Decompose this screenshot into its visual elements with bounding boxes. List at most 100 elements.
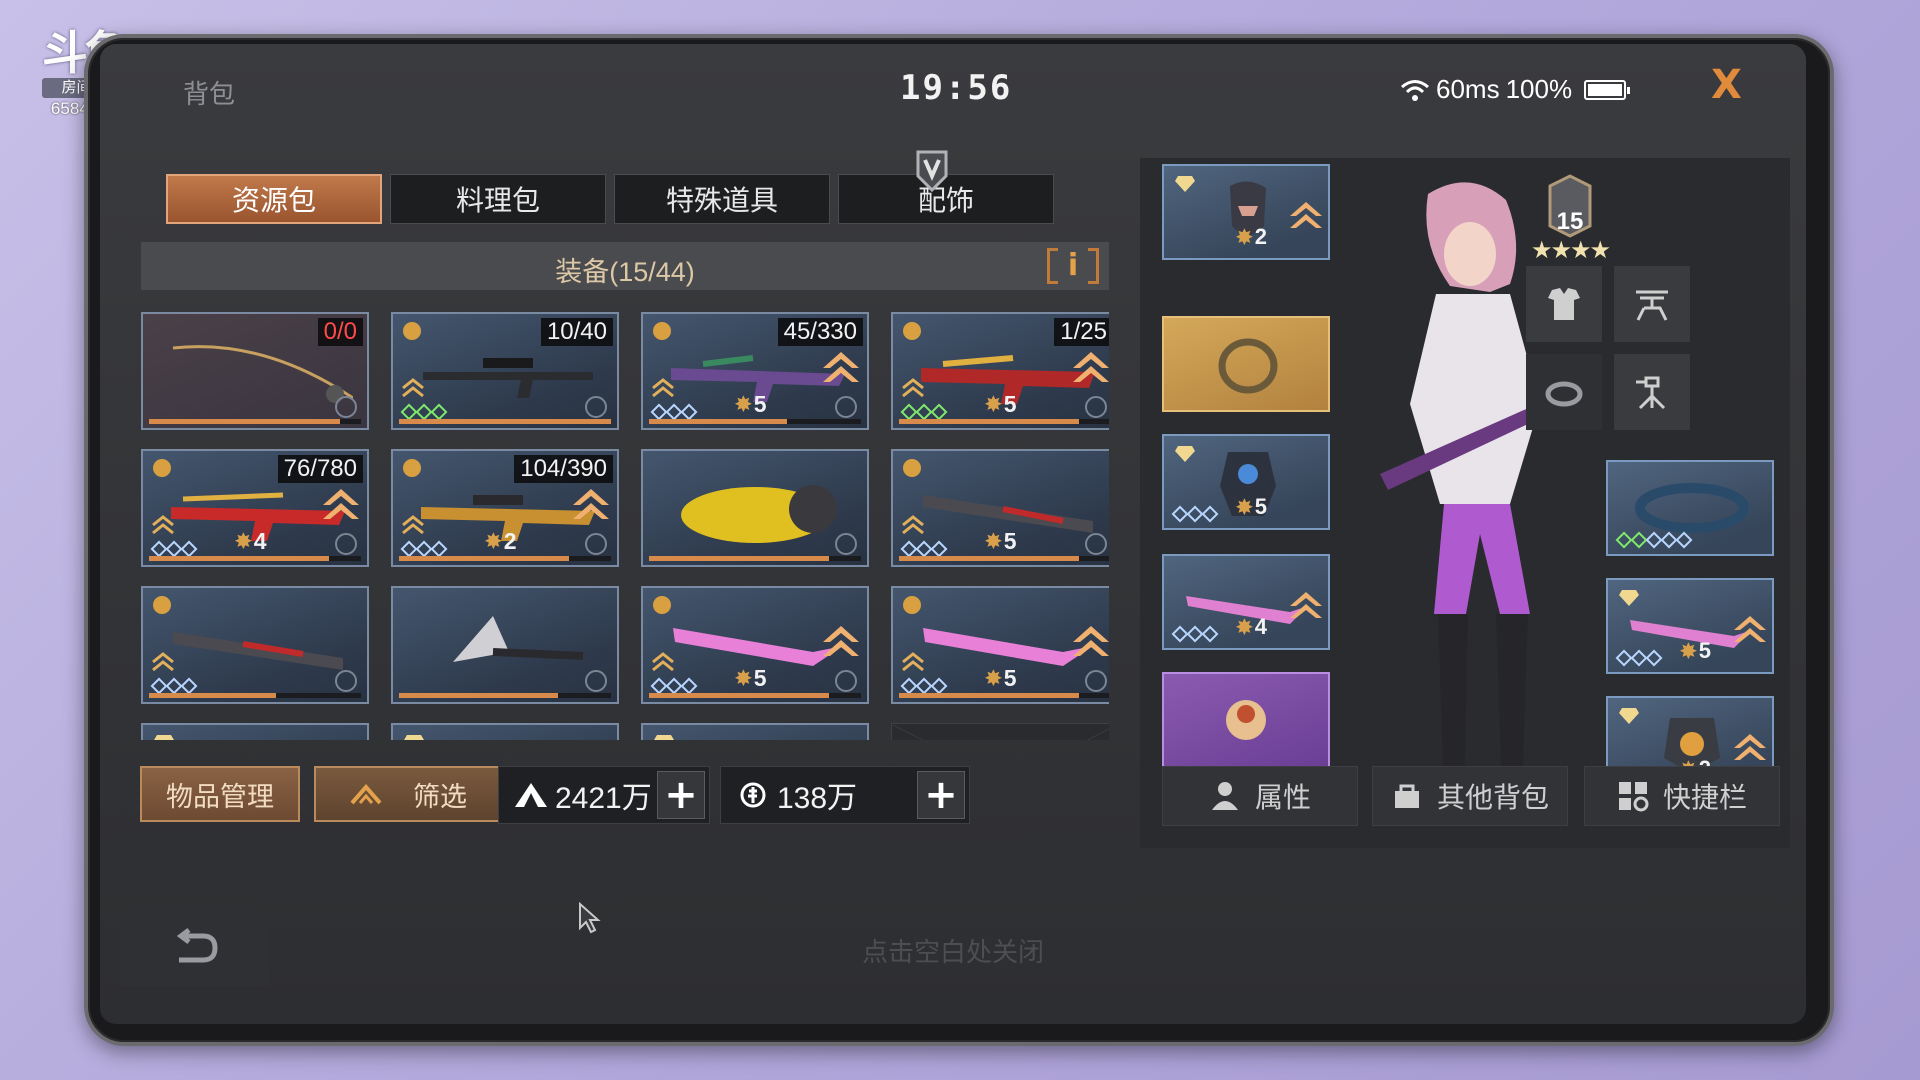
equipped-blade-slot[interactable]: ✸ 4: [1162, 554, 1330, 650]
item-manage-button[interactable]: 物品管理: [140, 766, 300, 822]
item-level: ✸ 5: [735, 391, 767, 417]
element-badge-icon: [403, 459, 421, 477]
rarity-dots: [400, 540, 448, 558]
equipped-ring-slot[interactable]: [1162, 316, 1330, 412]
bag-icon: [1394, 784, 1419, 808]
item-level: ✸ 5: [985, 391, 1017, 417]
element-badge-icon: [153, 596, 171, 614]
durability-bar: [149, 419, 361, 424]
status-bar: 60ms 100%: [1400, 74, 1631, 105]
equipment-slot-dragon-rifle[interactable]: 76/780 ✸ 4: [141, 449, 369, 567]
durability-bar: [899, 693, 1109, 698]
equipment-slot-chainsaw-blade[interactable]: ✸ 5: [891, 449, 1109, 567]
wifi-icon: [1401, 79, 1429, 101]
shortcut-bar-button[interactable]: 快捷栏: [1584, 766, 1780, 826]
filter-button[interactable]: 筛选: [314, 766, 502, 822]
durability-bar: [149, 556, 361, 561]
upgrade-chevron-icon: [823, 626, 859, 656]
bracelet-icon: [1545, 381, 1583, 407]
upgrade-chevron-icon: [1073, 352, 1109, 382]
bracelet-slot[interactable]: [1526, 354, 1602, 430]
item-level: ✸ 5: [985, 665, 1017, 691]
durability-bar: [899, 556, 1109, 561]
equipped-pet-slot[interactable]: [1162, 672, 1330, 768]
rank-chevron-icon: [152, 652, 174, 672]
item-count: 0/0: [317, 318, 363, 346]
chainsaw-sword-art: [173, 632, 343, 670]
other-bags-button[interactable]: 其他背包: [1372, 766, 1568, 826]
rarity-dots: [400, 403, 448, 421]
rank-chevron-icon: [902, 652, 924, 672]
equipment-slot-sniper-rifle[interactable]: 10/40: [391, 312, 619, 430]
rank-chevron-icon: [902, 515, 924, 535]
drone-slot[interactable]: [1614, 266, 1690, 342]
equipment-slot-pink-blade-b[interactable]: ✸ 5: [891, 586, 1109, 704]
item-count: 45/330: [777, 318, 863, 346]
equipment-title: 装备(15/44): [555, 257, 695, 287]
equipment-slot-purple-rifle[interactable]: 45/330 ✸ 5: [641, 312, 869, 430]
page-title: 背包: [183, 79, 236, 109]
rank-chevron-icon: [402, 378, 424, 398]
equipped-helmet-level: ✸ 2: [1236, 224, 1268, 249]
dismantle-icon: [585, 533, 607, 555]
element-badge-icon: [153, 459, 171, 477]
equipment-slot-fishing-rod[interactable]: 0/0: [141, 312, 369, 430]
tab-resource-pack[interactable]: 资源包: [166, 174, 382, 224]
red-armor-art: [163, 739, 353, 740]
add-crystal-button[interactable]: +: [657, 771, 705, 819]
diamond-icon: [654, 735, 674, 740]
outfit-slot[interactable]: [1526, 266, 1602, 342]
rarity-dots: [150, 540, 198, 558]
equipment-slot-gold-rifle[interactable]: 104/390 ✸ 2: [391, 449, 619, 567]
equipment-slot-chainsaw-sword[interactable]: [141, 586, 369, 704]
attributes-button[interactable]: 属性: [1162, 766, 1358, 826]
equipped-blade-right-slot[interactable]: ✸ 5: [1606, 578, 1774, 674]
drone-icon: [1636, 290, 1668, 321]
equipment-slot-hatchet[interactable]: [391, 586, 619, 704]
crystal-icon: [515, 783, 547, 807]
equipped-blade-level: ✸ 4: [1236, 614, 1268, 639]
equipment-slot-red-rifle[interactable]: 1/25 ✸ 5: [891, 312, 1109, 430]
equipment-slot-blue-armor[interactable]: ✸4: [391, 723, 619, 740]
equipment-slot-pink-blade-a[interactable]: ✸ 5: [641, 586, 869, 704]
close-hint: 点击空白处关闭: [861, 937, 1044, 967]
durability-bar: [399, 556, 611, 561]
item-count: 10/40: [540, 318, 613, 346]
element-badge-icon: [903, 459, 921, 477]
info-button[interactable]: i: [1047, 246, 1099, 286]
currency-gold-amount: 138万: [777, 782, 858, 815]
diamond-icon: [404, 735, 424, 740]
pet-art: [1226, 700, 1266, 740]
element-badge-icon: [403, 322, 421, 340]
equipment-slot-red-armor[interactable]: ✸4: [141, 723, 369, 740]
rank-chevron-icon: [152, 515, 174, 535]
rarity-dots: [650, 403, 698, 421]
element-badge-icon: [903, 596, 921, 614]
empty-slot[interactable]: [891, 723, 1109, 740]
durability-bar: [399, 693, 611, 698]
close-button[interactable]: X: [1711, 62, 1742, 108]
tab-special-items[interactable]: 特殊道具: [614, 174, 830, 224]
turret-slot[interactable]: [1614, 354, 1690, 430]
equipment-header: 装备(15/44) i: [141, 242, 1109, 290]
dismantle-icon: [585, 670, 607, 692]
equipped-armor-slot[interactable]: ✸ 5: [1162, 434, 1330, 530]
rank-chevron-icon: [652, 652, 674, 672]
item-level: ✸ 4: [235, 528, 267, 554]
equipment-slot-helmet[interactable]: ✸1: [641, 723, 869, 740]
equipped-helmet-slot[interactable]: ✸ 2: [1162, 164, 1330, 260]
filter-chevron-icon: [350, 783, 382, 805]
ring-art: [1218, 338, 1278, 394]
item-level: ✸ 2: [485, 528, 517, 554]
upgrade-chevron-icon: [323, 489, 359, 519]
turret-icon: [1636, 376, 1666, 410]
hatchet-art: [453, 616, 584, 662]
tab-cooking-pack[interactable]: 料理包: [390, 174, 606, 224]
dismantle-icon: [585, 396, 607, 418]
equipment-slot-yellow-vehicle[interactable]: [641, 449, 869, 567]
upgrade-chevron-icon: [1734, 734, 1766, 760]
equipped-bracelet-item-slot[interactable]: [1606, 460, 1774, 556]
blue-armor-art: [413, 739, 603, 740]
rarity-dots: [1171, 625, 1219, 643]
add-gold-button[interactable]: +: [917, 771, 965, 819]
